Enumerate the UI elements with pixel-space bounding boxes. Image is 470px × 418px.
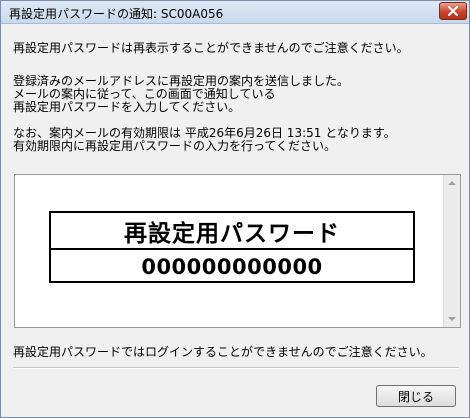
password-table: 再設定用パスワード 000000000000 xyxy=(49,211,415,283)
vertical-scrollbar[interactable] xyxy=(443,175,460,327)
expiry-text-line2: 有効期限内に再設定用パスワードの入力を行ってください。 xyxy=(13,139,337,153)
password-viewer[interactable]: 再設定用パスワード 000000000000 xyxy=(14,174,461,328)
dialog-window: 再設定用パスワードの通知: SC00A056 再設定用パスワードは再表示すること… xyxy=(0,0,470,418)
password-heading: 再設定用パスワード xyxy=(51,213,413,250)
scroll-up-arrow-icon[interactable] xyxy=(448,181,456,185)
close-button[interactable]: 閉じる xyxy=(376,385,456,407)
divider xyxy=(13,367,459,369)
notice-top-text: 再設定用パスワードは再表示することができませんのでご注意ください。 xyxy=(13,41,409,55)
window-title: 再設定用パスワードの通知: SC00A056 xyxy=(9,7,224,21)
titlebar-close-button[interactable] xyxy=(439,2,467,20)
scroll-down-arrow-icon[interactable] xyxy=(448,317,456,321)
title-bar: 再設定用パスワードの通知: SC00A056 xyxy=(1,1,469,24)
password-value: 000000000000 xyxy=(141,254,323,279)
close-icon xyxy=(448,6,458,16)
sent-text-line3: 再設定用パスワードを入力してください。 xyxy=(13,100,241,114)
notice-bottom-text: 再設定用パスワードではログインすることができませんのでご注意ください。 xyxy=(13,345,433,359)
